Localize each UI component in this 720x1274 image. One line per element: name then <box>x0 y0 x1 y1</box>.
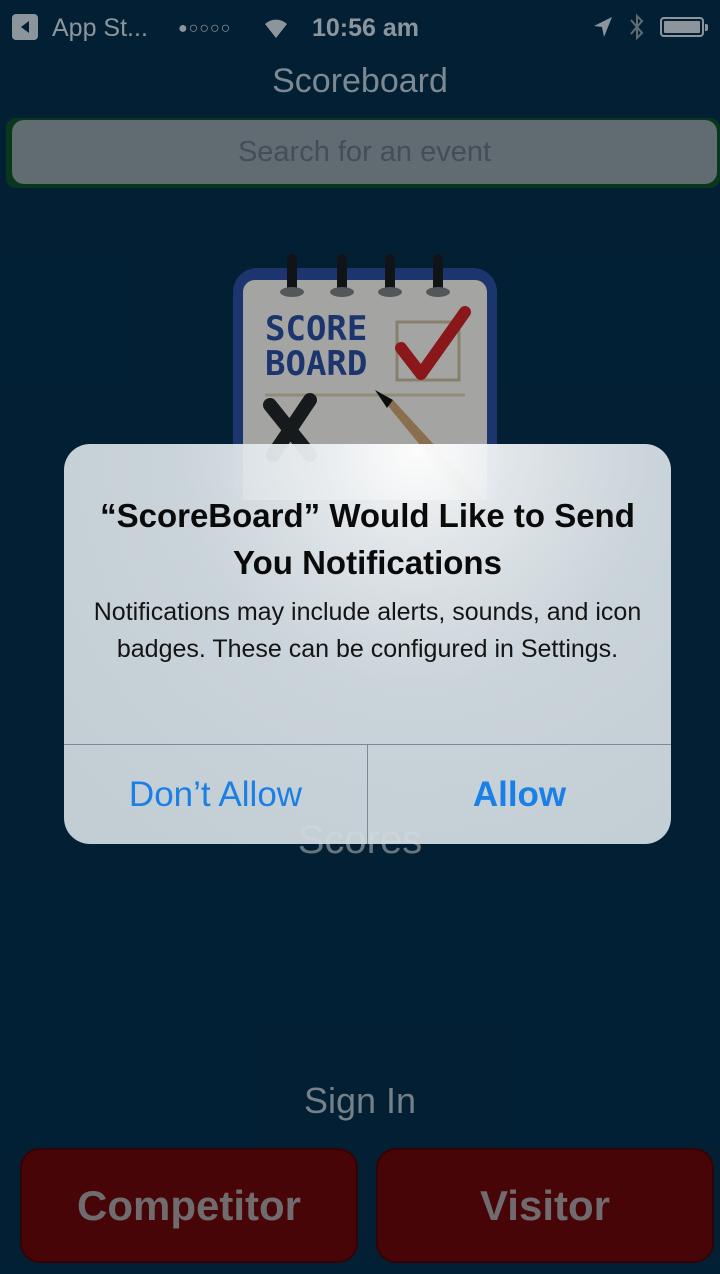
alert-title: “ScoreBoard” Would Like to Send You Noti… <box>100 497 635 581</box>
allow-button[interactable]: Allow <box>368 745 671 844</box>
alert-message: Notifications may include alerts, sounds… <box>93 598 642 663</box>
dont-allow-button[interactable]: Don’t Allow <box>64 745 367 844</box>
notification-permission-alert: “ScoreBoard” Would Like to Send You Noti… <box>64 444 671 844</box>
